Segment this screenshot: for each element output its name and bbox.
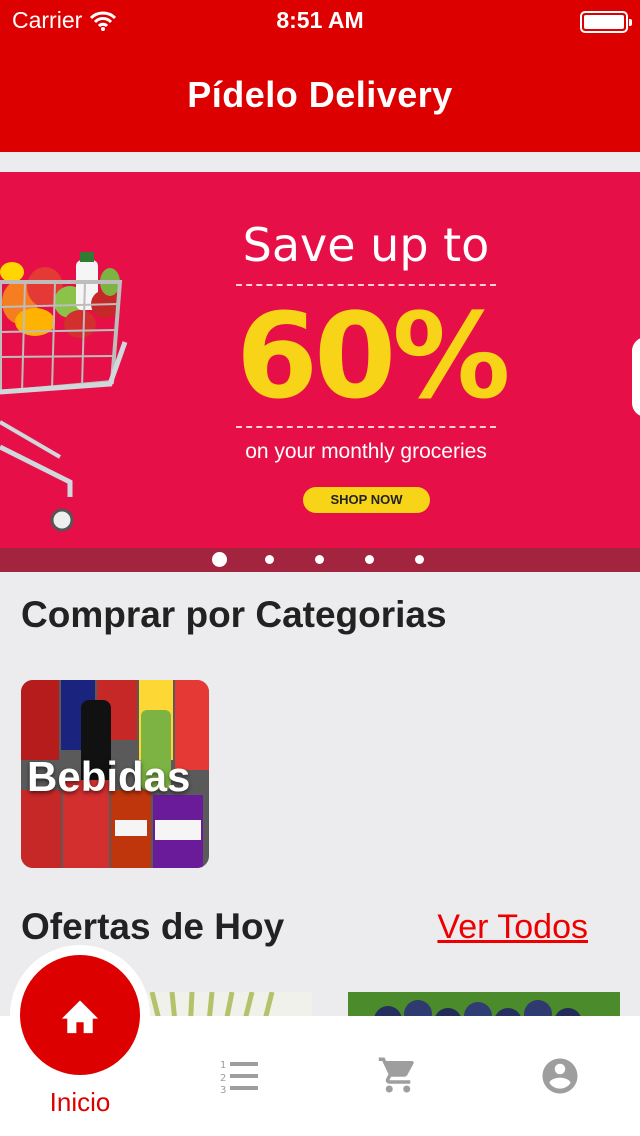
svg-text:1: 1	[220, 1060, 226, 1071]
page-dot-4[interactable]	[365, 555, 374, 564]
tab-cart[interactable]	[320, 1016, 480, 1136]
carousel-pagination	[0, 548, 640, 572]
svg-text:3: 3	[220, 1085, 226, 1094]
tab-home-label: Inicio	[49, 1087, 111, 1117]
page-dot-3[interactable]	[315, 555, 324, 564]
battery-icon	[580, 11, 632, 33]
banner-headline: Save up to	[242, 218, 490, 272]
shopping-cart-image	[0, 252, 128, 532]
divider	[236, 284, 496, 286]
category-card-bebidas[interactable]: Bebidas	[21, 680, 209, 868]
banner-subline: on your monthly groceries	[245, 440, 487, 463]
status-bar: Carrier 8:51 AM	[0, 0, 640, 40]
page-dot-2[interactable]	[265, 555, 274, 564]
divider	[236, 426, 496, 428]
next-slide-peek	[632, 337, 640, 417]
list-icon: 1 2 3	[220, 1060, 258, 1094]
category-label: Bebidas	[27, 753, 191, 800]
home-icon	[61, 1000, 99, 1034]
tab-home[interactable]	[20, 955, 140, 1075]
account-icon	[542, 1058, 578, 1094]
see-all-link[interactable]: Ver Todos	[437, 908, 588, 947]
tab-account[interactable]	[480, 1016, 640, 1136]
cart-icon	[378, 1057, 414, 1093]
status-time: 8:51 AM	[276, 7, 364, 33]
app-header: Carrier 8:51 AM Pídelo Delivery	[0, 0, 640, 152]
page-title: Pídelo Delivery	[187, 74, 453, 115]
promo-banner[interactable]: Save up to 60% on your monthly groceries…	[0, 172, 640, 572]
offers-title: Ofertas de Hoy	[21, 906, 285, 947]
page-dot-5[interactable]	[415, 555, 424, 564]
shop-now-button[interactable]: SHOP NOW	[303, 487, 430, 513]
banner-copy: Save up to 60% on your monthly groceries	[236, 218, 510, 464]
banner-percent: 60%	[236, 287, 510, 425]
page-dot-1[interactable]	[212, 552, 227, 567]
categories-title: Comprar por Categorias	[21, 594, 447, 635]
svg-text:2: 2	[220, 1073, 226, 1084]
tab-orders[interactable]: 1 2 3	[160, 1016, 320, 1136]
